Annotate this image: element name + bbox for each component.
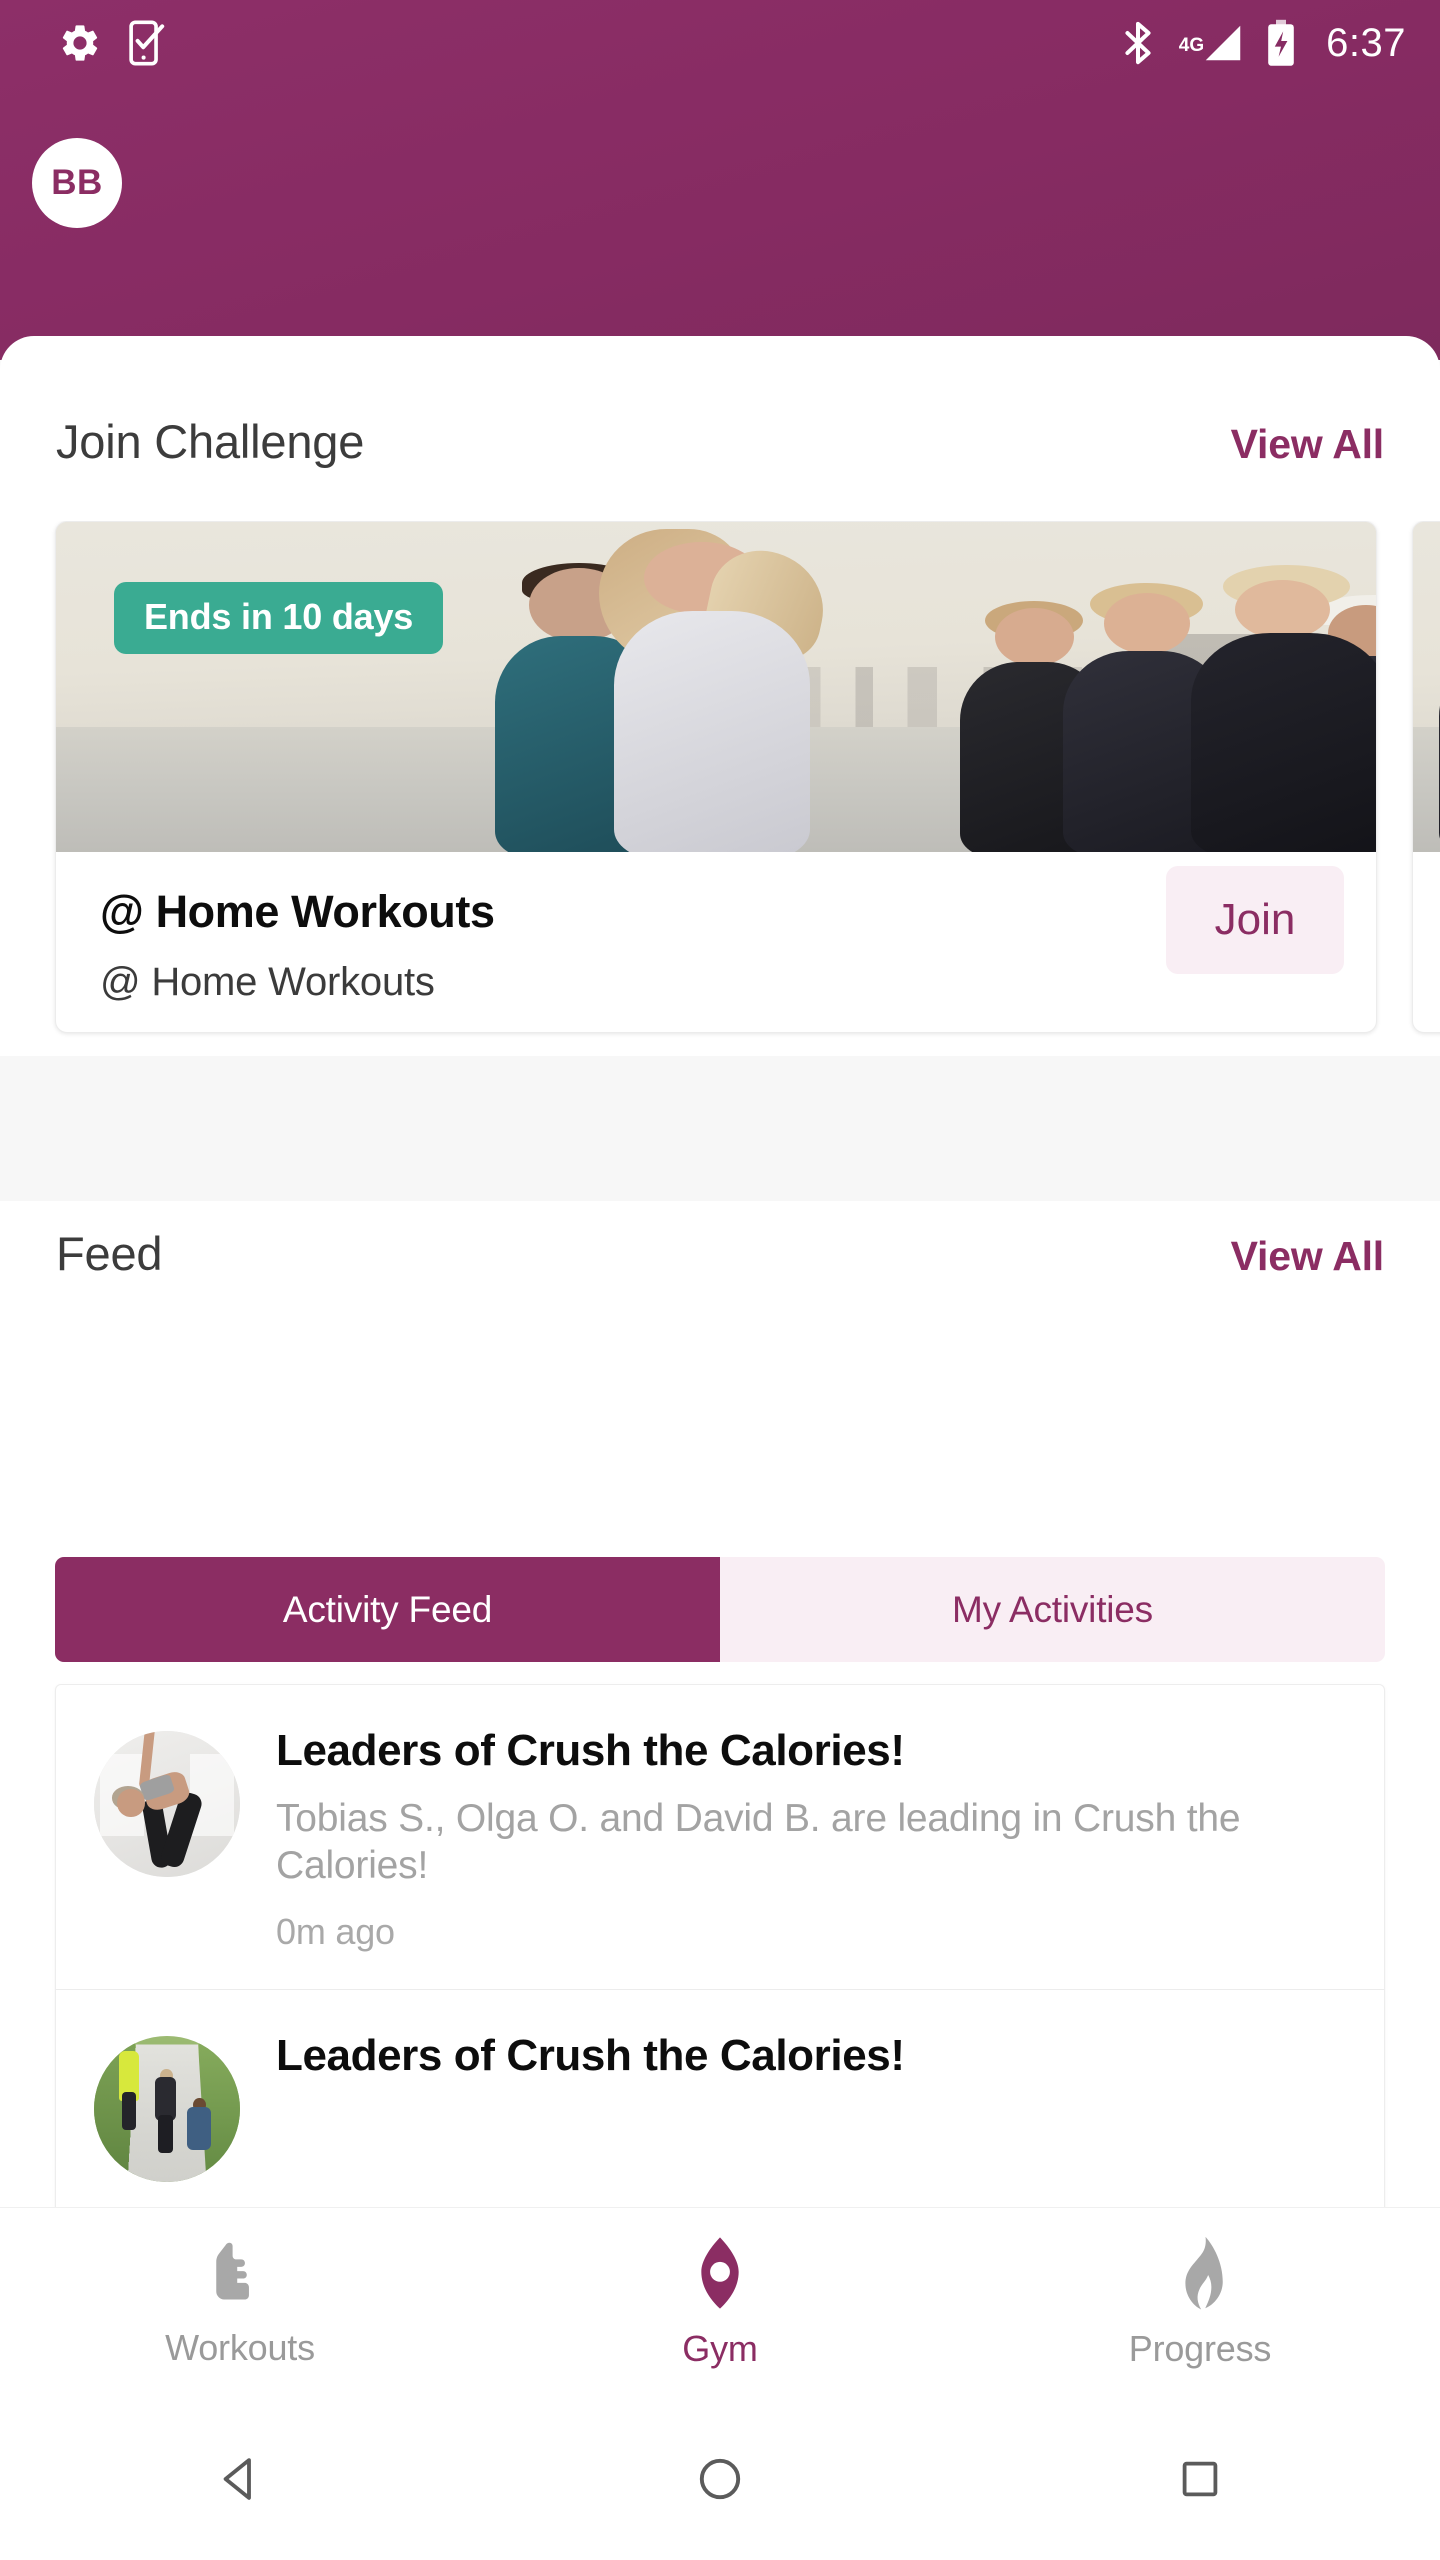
section-divider-band [0, 1056, 1440, 1201]
back-triangle-icon[interactable] [0, 2452, 480, 2506]
status-bar-left-icons [58, 20, 168, 66]
app-header: 4G 6:37 BB [0, 0, 1440, 360]
challenge-card-body: @ Home Workouts @ Home Workouts Join [56, 852, 1376, 1032]
tab-my-activities[interactable]: My Activities [720, 1557, 1385, 1662]
feed-title: Feed [56, 1227, 163, 1280]
signal-4g-icon: 4G [1175, 20, 1246, 66]
nav-item-workouts[interactable]: Workouts [0, 2236, 480, 2369]
feed-item-title: Leaders of Crush the Calories! [276, 1726, 905, 1775]
challenge-card-image [1413, 522, 1440, 852]
location-pin-icon [685, 2235, 755, 2314]
feed-item-content: Leaders of Crush the Calories! [240, 2030, 1346, 2182]
join-challenge-view-all-link[interactable]: View All [1231, 421, 1385, 468]
challenge-card-title: @ Home Workouts [100, 886, 495, 937]
join-challenge-button[interactable]: Join [1166, 866, 1344, 974]
shoe-icon [202, 2236, 278, 2313]
nav-label-workouts: Workouts [165, 2327, 315, 2368]
feed-tab-bar: Activity Feed My Activities [55, 1557, 1385, 1662]
phone-check-icon [128, 20, 168, 66]
join-challenge-section-header: Join Challenge View All [0, 414, 1440, 469]
challenge-card-body [1413, 852, 1440, 1032]
feed-item-avatar [94, 1731, 240, 1877]
tab-activity-feed[interactable]: Activity Feed [55, 1557, 720, 1662]
android-system-nav [0, 2397, 1440, 2560]
nav-label-gym: Gym [682, 2328, 758, 2369]
challenge-card-subtitle: @ Home Workouts [100, 960, 435, 1004]
feed-item-content: Leaders of Crush the Calories! Tobias S.… [240, 1725, 1346, 1953]
settings-gear-icon [58, 21, 102, 65]
nav-item-progress[interactable]: Progress [960, 2235, 1440, 2370]
clock-time: 6:37 [1326, 21, 1406, 65]
flame-icon [1165, 2235, 1235, 2314]
challenge-end-badge: Ends in 10 days [114, 582, 444, 654]
join-challenge-title: Join Challenge [56, 415, 365, 468]
challenge-carousel[interactable]: Ends in 10 days @ Home Workouts @ Home W… [0, 521, 1440, 1051]
user-avatar[interactable]: BB [32, 138, 122, 228]
app-screen: 4G 6:37 BB Join Challenge View All Ends … [0, 0, 1440, 2560]
bluetooth-icon [1121, 20, 1155, 66]
feed-item-avatar [94, 2036, 240, 2183]
feed-item-timestamp: 0m ago [276, 1911, 395, 1953]
challenge-card[interactable]: Ends in 10 days @ Home Workouts @ Home W… [55, 521, 1377, 1033]
battery-charging-icon [1266, 19, 1296, 67]
status-bar: 4G 6:37 [0, 0, 1440, 86]
challenge-card-image: Ends in 10 days [56, 522, 1376, 852]
feed-section-header: Feed View All [0, 1226, 1440, 1281]
nav-label-progress: Progress [1128, 2328, 1272, 2369]
status-bar-right-icons: 4G 6:37 [1121, 19, 1406, 67]
bottom-navigation-bar: Workouts Gym Progress [0, 2207, 1440, 2397]
feed-view-all-link[interactable]: View All [1231, 1233, 1385, 1280]
home-circle-icon[interactable] [480, 2453, 960, 2505]
recents-square-icon[interactable] [960, 2455, 1440, 2503]
feed-list-item[interactable]: Leaders of Crush the Calories! [56, 1990, 1384, 2220]
feed-item-description: Tobias S., Olga O. and David B. are lead… [276, 1796, 1241, 1888]
feed-list-item[interactable]: Leaders of Crush the Calories! Tobias S.… [56, 1685, 1384, 1991]
challenge-card[interactable] [1412, 521, 1440, 1033]
nav-item-gym[interactable]: Gym [480, 2235, 960, 2370]
avatar-initials: BB [51, 163, 103, 202]
network-type-label: 4G [1178, 35, 1205, 56]
feed-item-title: Leaders of Crush the Calories! [276, 2031, 905, 2081]
